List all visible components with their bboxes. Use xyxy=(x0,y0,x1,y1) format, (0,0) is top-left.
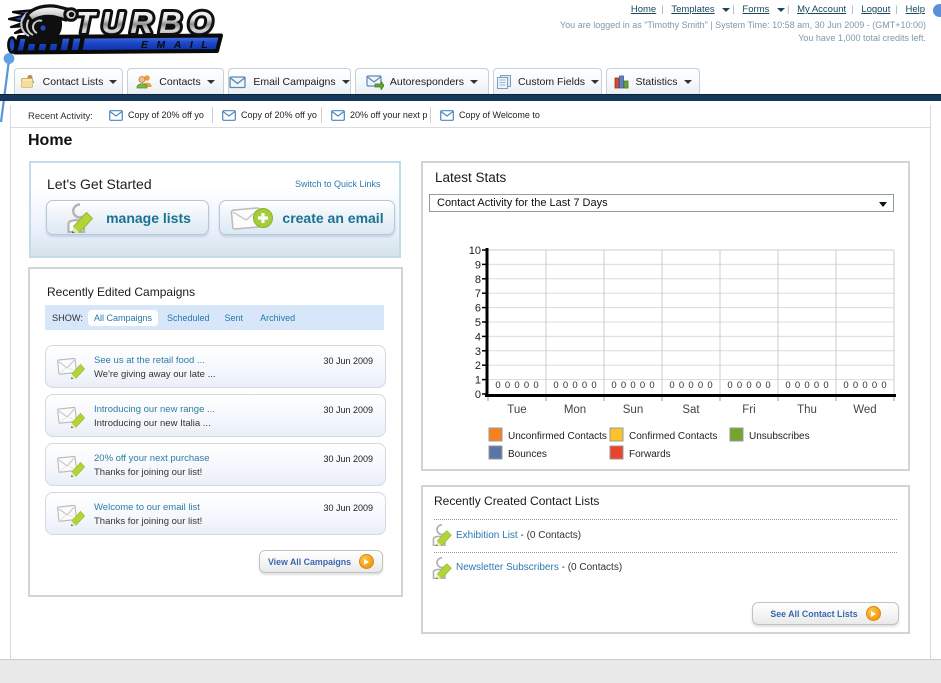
svg-text:0: 0 xyxy=(533,380,538,391)
svg-text:0: 0 xyxy=(591,380,596,391)
svg-text:Tue: Tue xyxy=(507,404,526,416)
svg-text:0: 0 xyxy=(495,380,500,391)
svg-text:0: 0 xyxy=(611,380,616,391)
svg-text:9: 9 xyxy=(475,259,481,271)
svg-text:0: 0 xyxy=(688,380,693,391)
svg-text:Wed: Wed xyxy=(853,404,876,416)
svg-text:0: 0 xyxy=(795,380,800,391)
svg-text:0: 0 xyxy=(640,380,645,391)
svg-text:4: 4 xyxy=(475,331,481,343)
svg-text:0: 0 xyxy=(862,380,867,391)
svg-text:2: 2 xyxy=(475,360,481,372)
svg-text:0: 0 xyxy=(679,380,684,391)
svg-text:0: 0 xyxy=(737,380,742,391)
svg-text:0: 0 xyxy=(572,380,577,391)
svg-text:0: 0 xyxy=(524,380,529,391)
svg-text:0: 0 xyxy=(853,380,858,391)
svg-text:Unconfirmed Contacts: Unconfirmed Contacts xyxy=(508,431,607,442)
svg-text:Unsubscribes: Unsubscribes xyxy=(749,431,810,442)
svg-text:8: 8 xyxy=(475,274,481,286)
svg-text:1: 1 xyxy=(475,375,481,387)
svg-text:0: 0 xyxy=(843,380,848,391)
svg-text:0: 0 xyxy=(785,380,790,391)
svg-text:0: 0 xyxy=(814,380,819,391)
svg-text:Sun: Sun xyxy=(623,404,643,416)
svg-text:0: 0 xyxy=(649,380,654,391)
svg-text:0: 0 xyxy=(621,380,626,391)
svg-text:Sat: Sat xyxy=(682,404,700,416)
svg-text:0: 0 xyxy=(727,380,732,391)
svg-text:10: 10 xyxy=(469,245,481,257)
svg-text:0: 0 xyxy=(514,380,519,391)
svg-text:0: 0 xyxy=(823,380,828,391)
svg-text:0: 0 xyxy=(872,380,877,391)
svg-text:Bounces: Bounces xyxy=(508,449,547,460)
svg-text:0: 0 xyxy=(505,380,510,391)
svg-text:Forwards: Forwards xyxy=(629,449,671,460)
svg-text:TURBO: TURBO xyxy=(76,5,219,40)
svg-text:0: 0 xyxy=(746,380,751,391)
svg-text:0: 0 xyxy=(475,389,481,401)
svg-text:Confirmed Contacts: Confirmed Contacts xyxy=(629,431,717,442)
svg-text:7: 7 xyxy=(475,288,481,300)
svg-text:0: 0 xyxy=(881,380,886,391)
svg-text:0: 0 xyxy=(804,380,809,391)
svg-text:6: 6 xyxy=(475,303,481,315)
svg-text:0: 0 xyxy=(669,380,674,391)
svg-text:0: 0 xyxy=(563,380,568,391)
svg-text:Mon: Mon xyxy=(564,404,586,416)
svg-text:0: 0 xyxy=(698,380,703,391)
svg-text:0: 0 xyxy=(582,380,587,391)
svg-text:0: 0 xyxy=(630,380,635,391)
svg-text:Thu: Thu xyxy=(797,404,817,416)
svg-text:Fri: Fri xyxy=(742,404,755,416)
svg-text:3: 3 xyxy=(475,346,481,358)
svg-text:0: 0 xyxy=(707,380,712,391)
svg-text:0: 0 xyxy=(553,380,558,391)
svg-text:5: 5 xyxy=(475,317,481,329)
svg-text:0: 0 xyxy=(765,380,770,391)
svg-text:0: 0 xyxy=(756,380,761,391)
svg-text:EMAIL: EMAIL xyxy=(141,39,216,51)
